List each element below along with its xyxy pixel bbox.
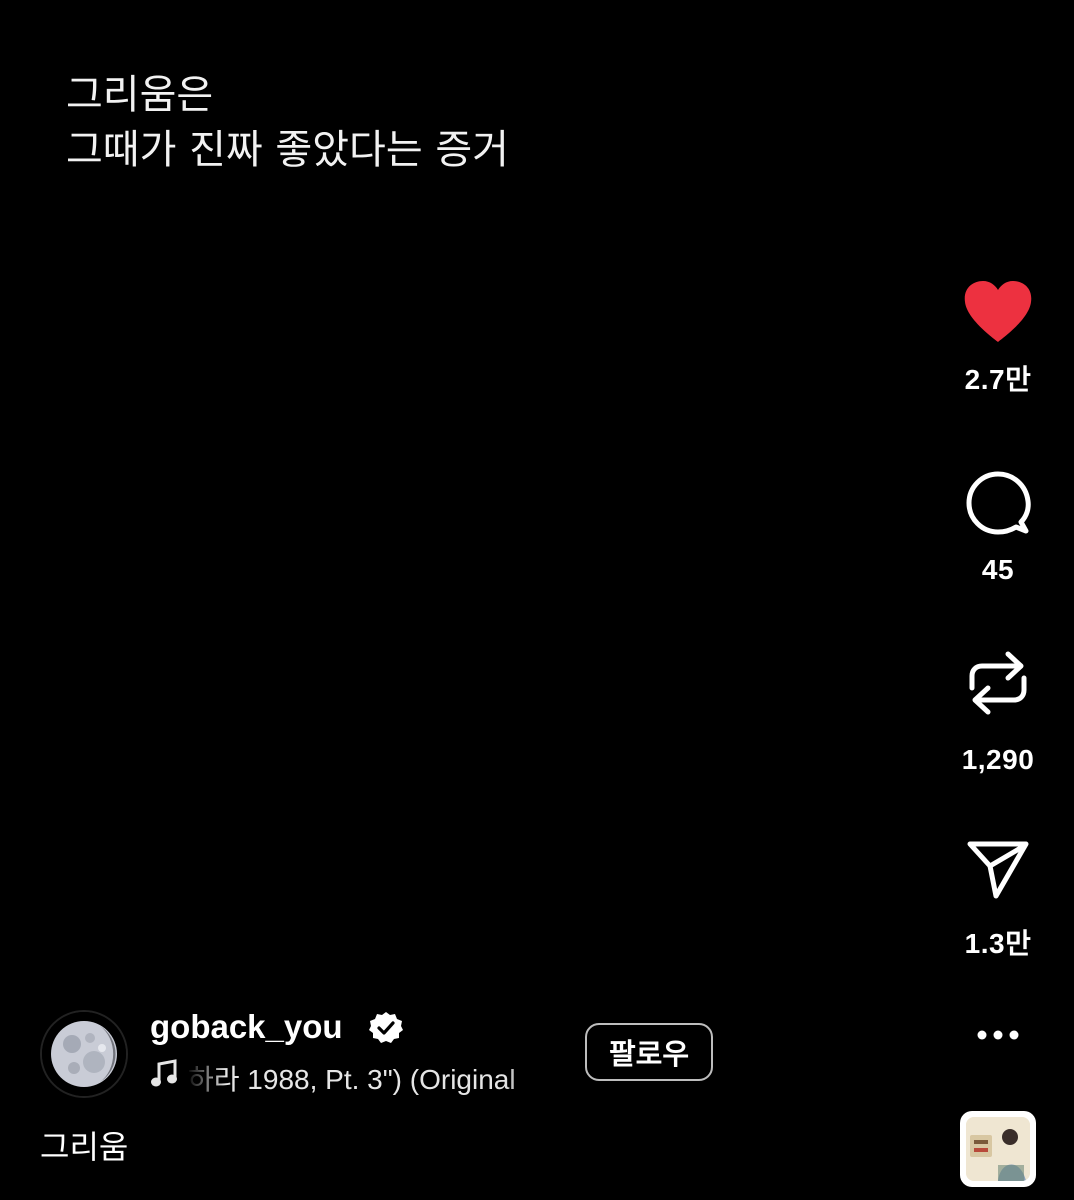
verified-badge-icon <box>369 1012 403 1043</box>
comment-count: 45 <box>981 554 1015 585</box>
music-info[interactable]: 하라 1988, Pt. 3") (Original <box>150 1056 555 1096</box>
comment-button[interactable]: 45 <box>940 470 1056 586</box>
comment-bubble-icon <box>966 471 1031 535</box>
album-art-icon <box>966 1117 1030 1181</box>
music-title: 하라 1988, Pt. 3") (Original <box>188 1064 516 1095</box>
overlay-line-2: 그때가 진짜 좋았다는 증거 <box>66 127 509 173</box>
music-fade-left <box>186 1056 226 1096</box>
repost-icon <box>969 651 1027 715</box>
audio-thumbnail-art <box>966 1117 1030 1181</box>
paper-plane-icon <box>967 841 1029 899</box>
caption: 그리움 <box>40 1128 129 1166</box>
username[interactable]: goback_you <box>150 1008 343 1046</box>
overlay-line-1: 그리움은 <box>66 72 214 118</box>
follow-button[interactable]: 팔로우 <box>585 1023 713 1081</box>
share-button[interactable]: 1.3만 <box>940 840 1056 962</box>
like-button[interactable]: 2.7만 <box>940 280 1056 398</box>
repost-button[interactable]: 1,290 <box>940 646 1056 776</box>
repost-count: 1,290 <box>961 744 1035 775</box>
share-count: 1.3만 <box>964 928 1032 959</box>
more-horizontal-icon[interactable] <box>970 1015 1026 1055</box>
reel-overlay-text: 그리움은 그때가 진짜 좋았다는 증거 <box>66 68 766 178</box>
avatar[interactable] <box>40 1010 128 1098</box>
music-fade-right <box>505 1056 555 1096</box>
audio-thumbnail[interactable] <box>960 1111 1036 1187</box>
heart-icon <box>964 281 1032 342</box>
like-count: 2.7만 <box>964 364 1032 395</box>
moon-avatar-icon <box>42 1012 126 1096</box>
music-note-icon <box>151 1059 177 1087</box>
